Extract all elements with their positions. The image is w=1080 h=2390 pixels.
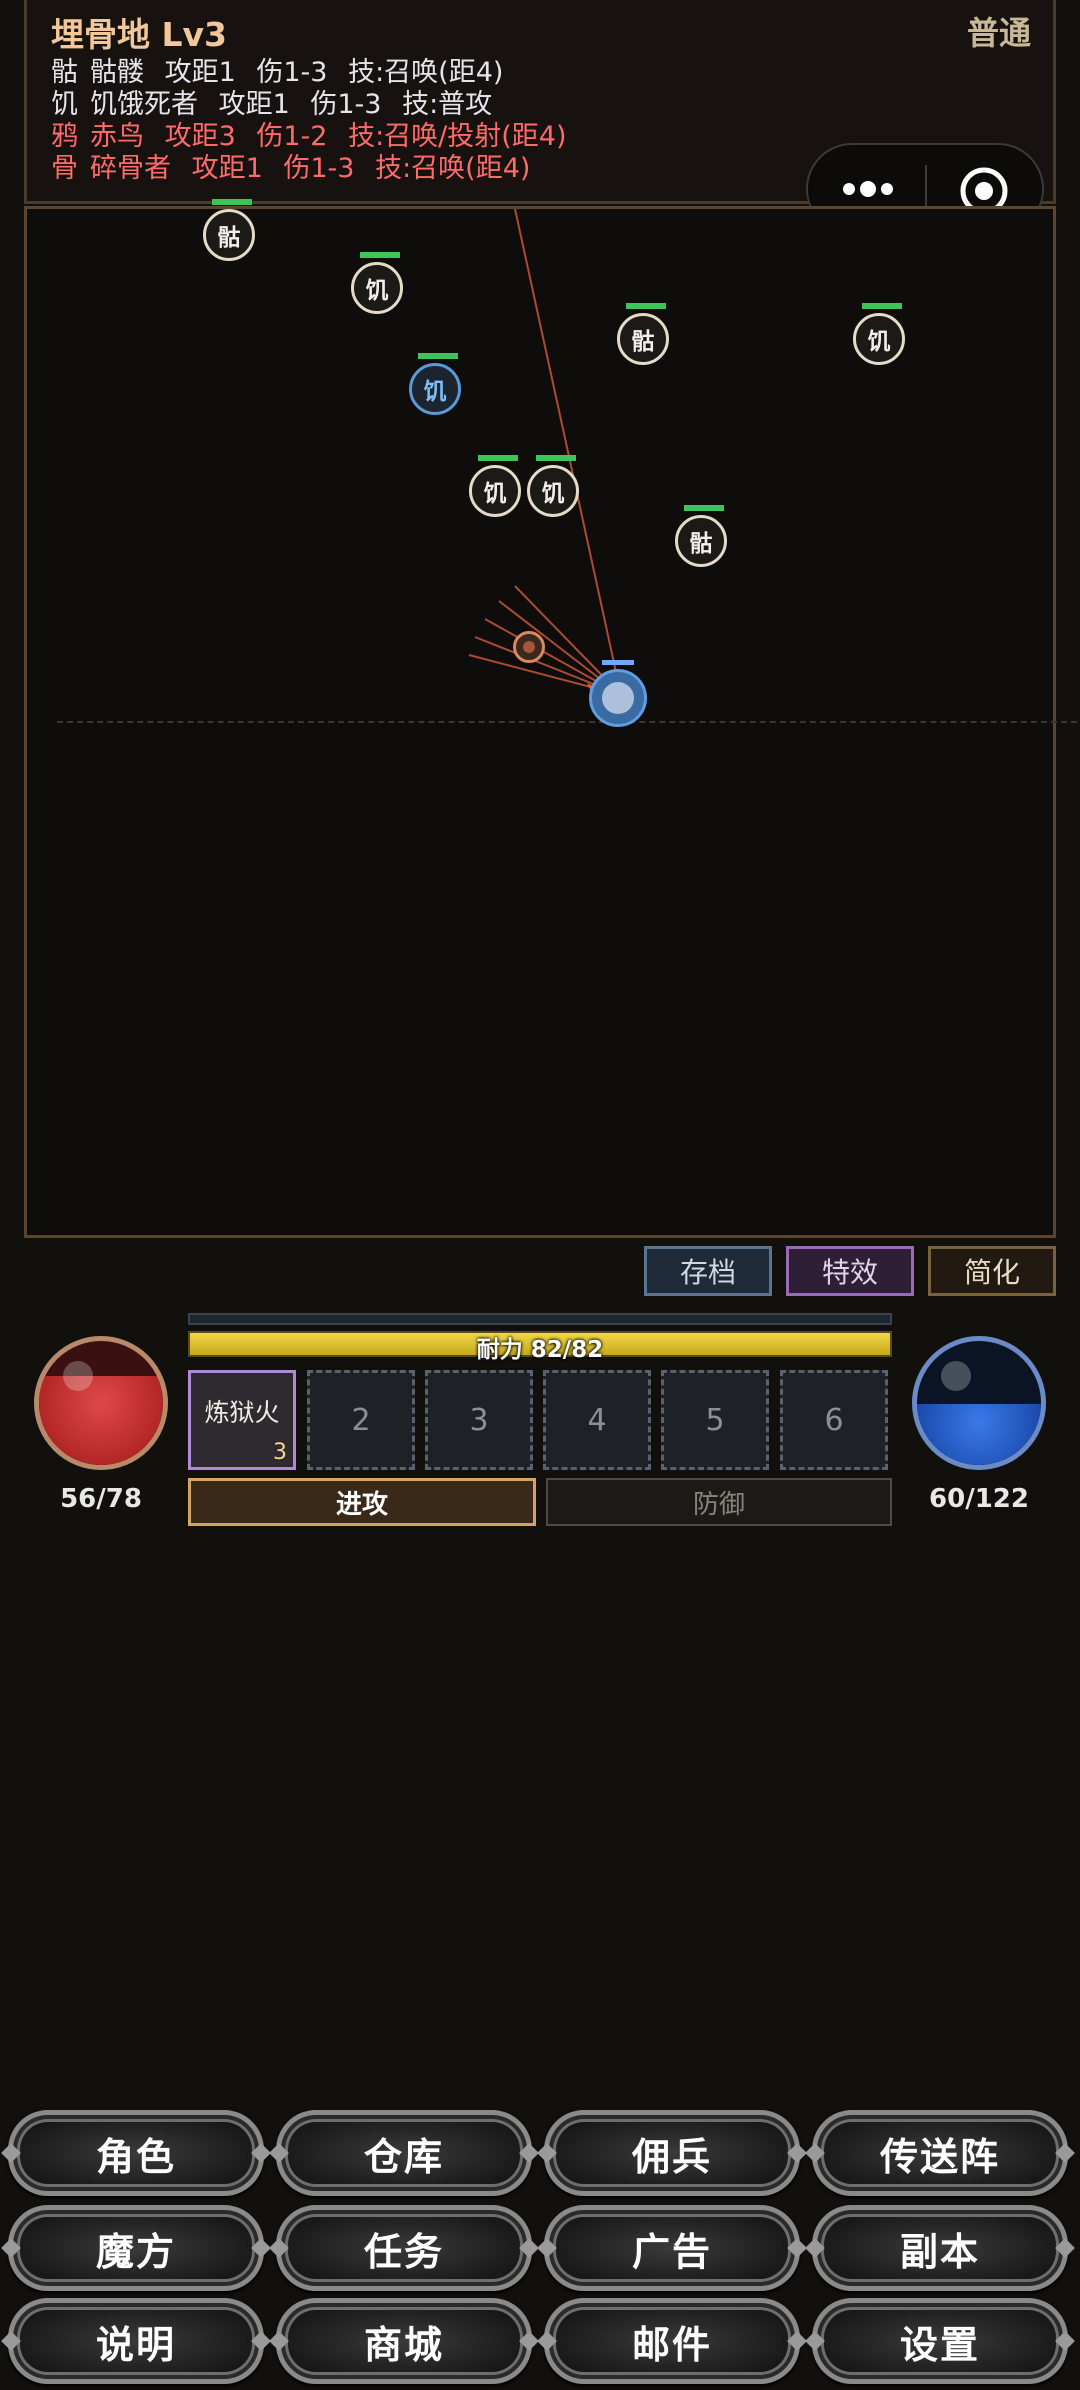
enemy-unit-starving[interactable]: 饥: [351, 252, 403, 314]
menu-warehouse-button[interactable]: 仓库: [276, 2110, 532, 2196]
experience-bar: [188, 1313, 892, 1325]
menu-shop-button[interactable]: 商城: [276, 2298, 532, 2384]
stamina-label: 耐力 82/82: [476, 1337, 604, 1363]
enemy-unit-skeleton[interactable]: 骷: [203, 199, 255, 261]
enemy-hp-bar: [478, 455, 518, 461]
save-button[interactable]: 存档: [644, 1246, 772, 1296]
enemy-hp-bar: [360, 252, 400, 258]
skill-slot-4[interactable]: 4: [543, 1370, 651, 1470]
stamina-bar: 耐力 82/82: [188, 1331, 892, 1363]
menu-help-button[interactable]: 说明: [8, 2298, 264, 2384]
enemy-unit-starving[interactable]: 饥: [853, 303, 905, 365]
menu-ad-button[interactable]: 广告: [544, 2205, 800, 2291]
menu-teleport-button[interactable]: 传送阵: [812, 2110, 1068, 2196]
defend-mode-button[interactable]: 防御: [546, 1478, 892, 1526]
skill-slot-2[interactable]: 2: [307, 1370, 415, 1470]
enemy-unit-skeleton[interactable]: 骷: [675, 505, 727, 567]
attack-effect: [468, 209, 627, 709]
attack-mode-button[interactable]: 进攻: [188, 1478, 536, 1526]
player-character[interactable]: [589, 660, 647, 727]
menu-mail-button[interactable]: 邮件: [544, 2298, 800, 2384]
enemy-unit-starving[interactable]: 饥: [469, 455, 521, 517]
simplify-toggle-button[interactable]: 简化: [928, 1246, 1056, 1296]
menu-quest-button[interactable]: 任务: [276, 2205, 532, 2291]
skill-charge-count: 3: [273, 1440, 287, 1465]
menu-cube-button[interactable]: 魔方: [8, 2205, 264, 2291]
menu-settings-button[interactable]: 设置: [812, 2298, 1068, 2384]
mp-orb: [912, 1336, 1046, 1470]
skill-slot-5[interactable]: 5: [661, 1370, 769, 1470]
hp-value: 56/78: [60, 1484, 142, 1514]
orb-shine: [941, 1361, 971, 1391]
zone-title: 埋骨地 Lv3: [51, 15, 227, 54]
difficulty-label: 普通: [966, 14, 1031, 52]
skill-slot-3[interactable]: 3: [425, 1370, 533, 1470]
projectile-icon: [513, 631, 545, 663]
effects-toggle-button[interactable]: 特效: [786, 1246, 914, 1296]
enemy-hp-bar: [684, 505, 724, 511]
enemy-unit-starving[interactable]: 饥: [527, 455, 579, 517]
skill-slot-6[interactable]: 6: [780, 1370, 888, 1470]
skill-slot-1[interactable]: 炼狱火 3: [188, 1370, 296, 1470]
mp-orb-fill: [917, 1404, 1041, 1465]
enemy-hp-bar: [212, 199, 252, 205]
enemy-hp-bar: [862, 303, 902, 309]
menu-dungeon-button[interactable]: 副本: [812, 2205, 1068, 2291]
enemy-unit-starving-selected[interactable]: 饥: [409, 353, 461, 415]
skill-name: 炼狱火: [204, 1398, 280, 1427]
hp-orb-fill: [39, 1375, 163, 1465]
more-dots-icon[interactable]: [838, 167, 898, 211]
player-avatar-icon: [602, 682, 634, 714]
enemy-hp-bar: [626, 303, 666, 309]
player-hp-bar: [602, 660, 634, 665]
enemy-hp-bar: [418, 353, 458, 359]
enemy-hp-bar: [536, 455, 576, 461]
hp-orb: [34, 1336, 168, 1470]
menu-character-button[interactable]: 角色: [8, 2110, 264, 2196]
menu-mercenary-button[interactable]: 佣兵: [544, 2110, 800, 2196]
mp-value: 60/122: [929, 1484, 1029, 1514]
battlefield[interactable]: 骷 饥 骷 饥 饥 饥 饥 骷: [24, 199, 1077, 1238]
enemy-legend-bone-crusher: 骨碎骨者 攻距1 伤1-3 技:召唤(距4): [51, 153, 531, 184]
orb-shine: [63, 1361, 93, 1391]
enemy-unit-skeleton[interactable]: 骷: [617, 303, 669, 365]
